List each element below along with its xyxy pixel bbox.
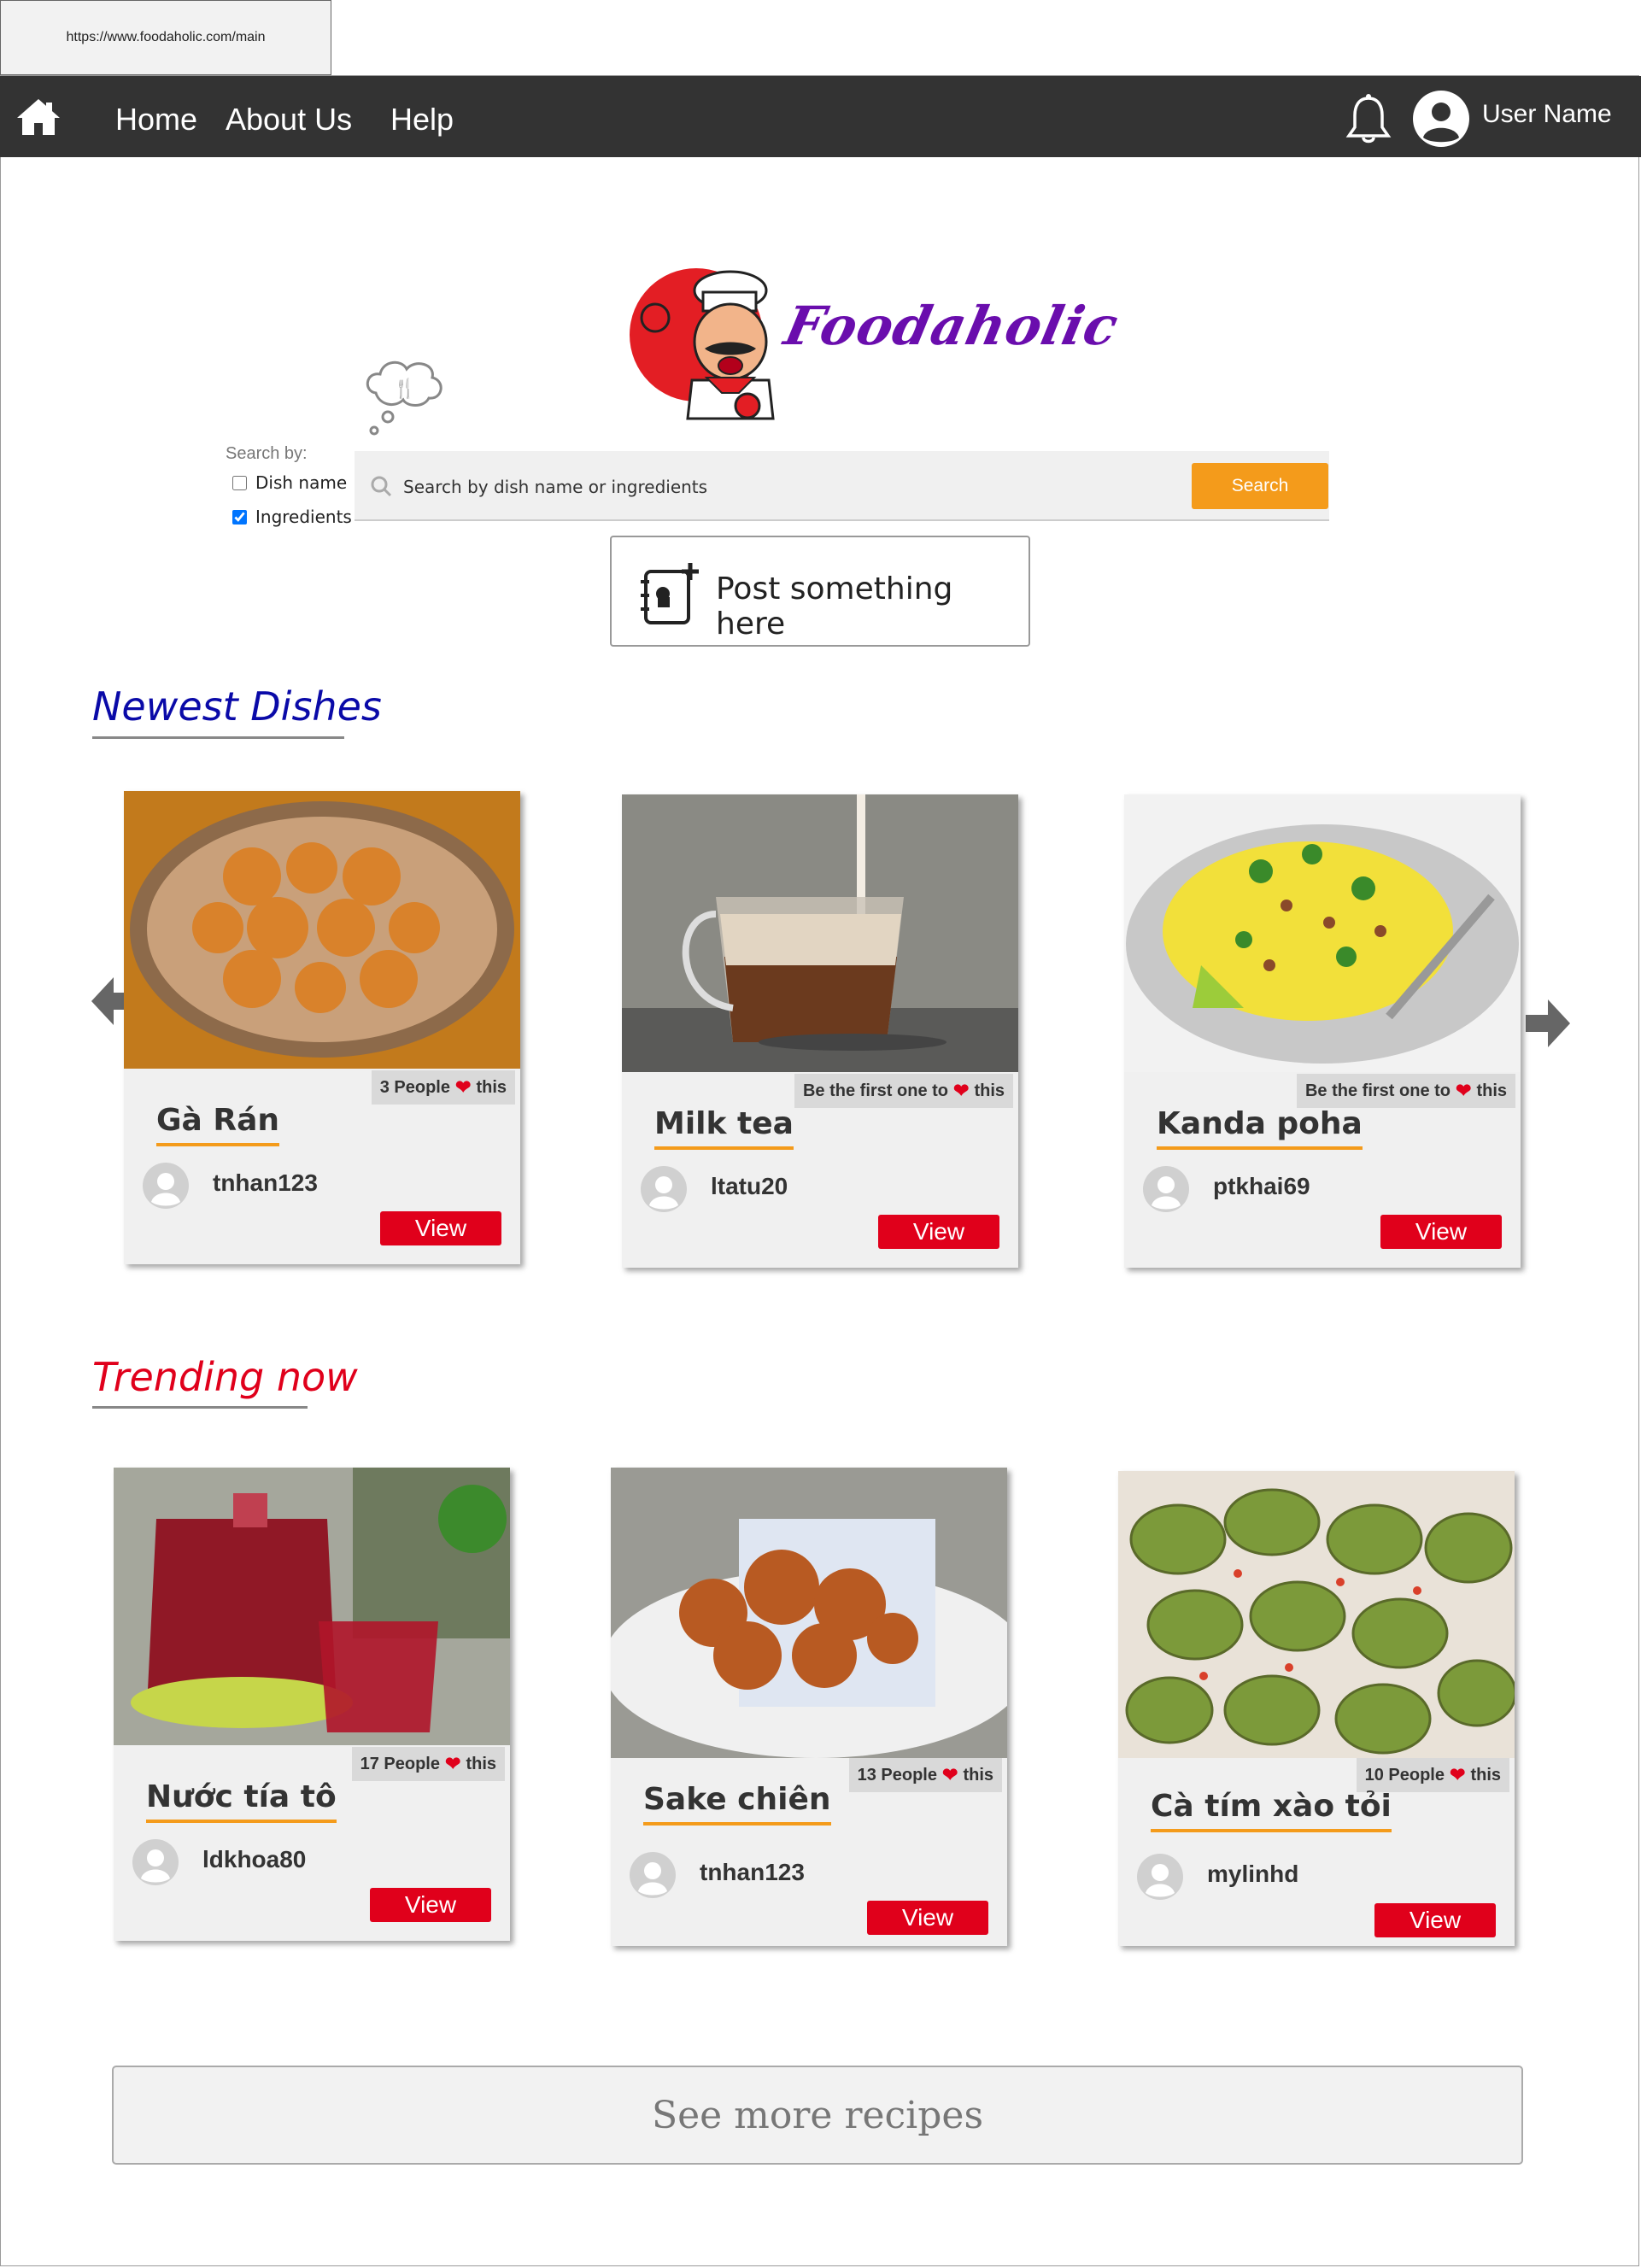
likes-count: 3 People <box>379 1077 450 1097</box>
dish-name-checkbox[interactable] <box>232 475 247 490</box>
heart-icon[interactable]: ❤ <box>445 1753 460 1775</box>
dish-name[interactable]: Gà Rán <box>156 1103 280 1146</box>
view-button[interactable]: View <box>1374 1903 1496 1937</box>
carousel-next-arrow-icon[interactable] <box>1521 998 1572 1049</box>
view-button[interactable]: View <box>370 1888 491 1922</box>
svg-text:🍴: 🍴 <box>393 378 416 400</box>
recipe-book-add-icon <box>641 563 699 624</box>
heart-icon[interactable]: ❤ <box>455 1076 471 1099</box>
likes-suffix: this <box>466 1754 496 1773</box>
view-button[interactable]: View <box>867 1901 988 1935</box>
see-more-recipes-button[interactable]: See more recipes <box>112 2066 1523 2165</box>
dish-photo-milk-tea <box>622 794 1018 1072</box>
heart-icon[interactable]: ❤ <box>1450 1764 1465 1786</box>
nav-home-link[interactable]: Home <box>115 102 197 138</box>
user-avatar-icon <box>630 1852 676 1898</box>
dish-name-option[interactable]: Dish name <box>232 472 347 493</box>
ingredients-option-label: Ingredients <box>255 507 352 527</box>
search-icon <box>371 476 392 497</box>
author-username[interactable]: ptkhai69 <box>1213 1173 1310 1200</box>
user-avatar-icon <box>143 1163 189 1209</box>
search-input[interactable] <box>401 466 1088 507</box>
user-avatar-icon <box>132 1839 179 1885</box>
post-something-button[interactable]: Post something here <box>610 536 1030 647</box>
dish-card[interactable]: 3 People ❤ this Gà Rán tnhan123 View <box>124 791 520 1264</box>
likes-suffix: this <box>974 1081 1005 1100</box>
user-avatar-icon[interactable] <box>1411 89 1471 149</box>
ingredients-checkbox[interactable] <box>232 509 247 525</box>
likes-badge: 10 People ❤ this <box>1356 1758 1509 1792</box>
dish-card[interactable]: 10 People ❤ this Cà tím xào tỏi mylinhd … <box>1118 1471 1515 1946</box>
likes-badge: 17 People ❤ this <box>351 1747 505 1781</box>
thought-bubble-icon: 🍴 <box>366 360 442 436</box>
newest-dishes-title: Newest Dishes <box>92 683 382 730</box>
likes-count: 13 People <box>857 1765 937 1785</box>
likes-count: Be the first one to <box>802 1081 948 1100</box>
search-bar: Search <box>355 451 1329 521</box>
dish-name-option-label: Dish name <box>255 472 348 493</box>
likes-suffix: this <box>1476 1081 1507 1100</box>
search-button[interactable]: Search <box>1192 463 1328 509</box>
dish-card[interactable]: 17 People ❤ this Nước tía tô ldkhoa80 Vi… <box>114 1468 510 1941</box>
dish-photo-sake-chien <box>611 1468 1007 1758</box>
likes-suffix: this <box>963 1765 993 1785</box>
author-username[interactable]: ltatu20 <box>711 1173 788 1200</box>
view-button[interactable]: View <box>1380 1215 1502 1249</box>
dish-photo-ca-tim-xao-toi <box>1118 1471 1515 1758</box>
likes-badge: 3 People ❤ this <box>371 1070 515 1105</box>
dish-name[interactable]: Kanda poha <box>1157 1106 1363 1150</box>
view-button[interactable]: View <box>878 1215 999 1249</box>
heart-icon[interactable]: ❤ <box>1456 1080 1471 1102</box>
likes-badge: 13 People ❤ this <box>848 1758 1002 1792</box>
home-icon[interactable] <box>17 97 60 137</box>
likes-badge: Be the first one to ❤ this <box>1296 1074 1515 1108</box>
dish-photo-ga-ran <box>124 791 520 1069</box>
likes-suffix: this <box>1470 1765 1501 1785</box>
see-more-label: See more recipes <box>651 2093 984 2137</box>
heart-icon[interactable]: ❤ <box>953 1080 969 1102</box>
user-avatar-icon <box>641 1166 687 1212</box>
bell-icon[interactable] <box>1345 93 1392 146</box>
dish-name[interactable]: Nước tía tô <box>146 1779 337 1823</box>
likes-badge: Be the first one to ❤ this <box>794 1074 1013 1108</box>
search-by-label: Search by: <box>226 444 308 463</box>
post-something-label: Post something here <box>716 571 953 642</box>
nav-about-link[interactable]: About Us <box>226 102 352 138</box>
view-button[interactable]: View <box>380 1211 501 1245</box>
likes-count: Be the first one to <box>1304 1081 1451 1100</box>
top-navbar: Home About Us Help User Name <box>0 76 1641 157</box>
url-text: https://www.foodaholic.com/main <box>66 30 266 44</box>
dish-card[interactable]: Be the first one to ❤ this Milk tea ltat… <box>622 794 1018 1268</box>
likes-count: 10 People <box>1364 1765 1445 1785</box>
newest-dishes-underline <box>92 736 344 739</box>
likes-count: 17 People <box>360 1754 440 1773</box>
dish-name[interactable]: Milk tea <box>654 1106 794 1150</box>
dish-name[interactable]: Cà tím xào tỏi <box>1151 1789 1392 1832</box>
user-avatar-icon <box>1143 1166 1189 1212</box>
likes-suffix: this <box>476 1077 507 1097</box>
trending-now-title: Trending now <box>92 1354 358 1400</box>
url-bar[interactable]: https://www.foodaholic.com/main <box>0 0 331 75</box>
dish-name[interactable]: Sake chiên <box>643 1782 831 1826</box>
dish-card[interactable]: Be the first one to ❤ this Kanda poha pt… <box>1124 794 1521 1268</box>
user-avatar-icon <box>1137 1854 1183 1900</box>
dish-card[interactable]: 13 People ❤ this Sake chiên tnhan123 Vie… <box>611 1468 1007 1946</box>
dish-photo-nuoc-tia-to <box>114 1468 510 1745</box>
author-username[interactable]: ldkhoa80 <box>202 1846 306 1873</box>
author-username[interactable]: tnhan123 <box>700 1859 805 1886</box>
author-username[interactable]: mylinhd <box>1207 1861 1298 1888</box>
author-username[interactable]: tnhan123 <box>213 1169 318 1197</box>
ingredients-option[interactable]: Ingredients <box>232 507 352 527</box>
brand-name: Foodaholic <box>779 295 1124 357</box>
trending-now-underline <box>92 1406 308 1409</box>
heart-icon[interactable]: ❤ <box>942 1764 958 1786</box>
nav-help-link[interactable]: Help <box>390 102 454 138</box>
dish-photo-kanda-poha <box>1124 794 1521 1072</box>
username-label[interactable]: User Name <box>1482 100 1612 129</box>
